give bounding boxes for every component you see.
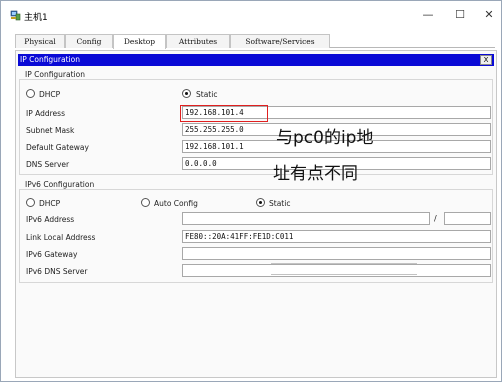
- ipv6-address-label: IPv6 Address: [26, 215, 75, 224]
- ipv4-dhcp-label: DHCP: [39, 90, 61, 99]
- ipv6-dhcp-radio[interactable]: [26, 198, 35, 207]
- ipv6-dns-input[interactable]: [182, 264, 491, 277]
- ipv4-group-title: IP Configuration: [25, 70, 85, 79]
- annotation-line-2: 址有点不同: [273, 164, 358, 184]
- ip-highlight-box: [180, 105, 268, 122]
- ipv6-dhcp-label: DHCP: [39, 199, 61, 208]
- ipv4-dhcp-radio[interactable]: [26, 89, 35, 98]
- ipv6-dns-label: IPv6 DNS Server: [26, 267, 88, 276]
- maximize-button[interactable]: ☐: [450, 7, 470, 23]
- annotation-line-1: 与pc0的ip地: [276, 128, 374, 148]
- ipv6-auto-config-label: Auto Config: [154, 199, 198, 208]
- ipv6-static-radio[interactable]: [256, 198, 265, 207]
- tab-attributes[interactable]: Attributes: [166, 34, 230, 48]
- link-local-label: Link Local Address: [26, 233, 96, 242]
- close-button[interactable]: ✕: [479, 7, 499, 23]
- ipv6-group-title: IPv6 Configuration: [25, 180, 95, 189]
- ip-address-label: IP Address: [26, 109, 65, 118]
- ipv4-static-label: Static: [196, 90, 218, 99]
- prefix-separator: /: [434, 214, 437, 223]
- title-bar: 主机1 — ☐ ✕: [1, 1, 501, 31]
- tab-config[interactable]: Config: [65, 34, 113, 48]
- dns-server-label: DNS Server: [26, 160, 70, 169]
- tab-strip: Physical Config Desktop Attributes Softw…: [15, 34, 495, 49]
- ipv6-prefix-input[interactable]: [444, 212, 491, 225]
- subnet-mask-label: Subnet Mask: [26, 126, 75, 135]
- tab-software-services[interactable]: Software/Services: [230, 34, 330, 48]
- ipv6-gateway-label: IPv6 Gateway: [26, 250, 78, 259]
- link-local-input[interactable]: FE80::20A:41FF:FE1D:C011: [182, 230, 491, 243]
- ipv6-static-label: Static: [269, 199, 291, 208]
- annotation-artifact-line-1: [271, 263, 417, 264]
- host-app-icon: [10, 10, 21, 21]
- ipv6-gateway-input[interactable]: [182, 247, 491, 260]
- tab-physical[interactable]: Physical: [15, 34, 65, 48]
- ipv6-address-input[interactable]: [182, 212, 430, 225]
- ipv4-static-radio[interactable]: [182, 89, 191, 98]
- tab-desktop[interactable]: Desktop: [113, 34, 166, 49]
- window-title: 主机1: [24, 13, 48, 23]
- ipv6-auto-config-radio[interactable]: [141, 198, 150, 207]
- minimize-button[interactable]: —: [418, 7, 438, 23]
- host-window: 主机1 — ☐ ✕ Physical Config Desktop Attrib…: [0, 0, 502, 382]
- ip-config-close-button[interactable]: X: [480, 55, 492, 65]
- annotation-artifact-line-2: [271, 274, 417, 275]
- default-gateway-label: Default Gateway: [26, 143, 89, 152]
- ip-config-header-title: IP Configuration: [20, 55, 80, 64]
- ip-config-header: IP Configuration X: [18, 54, 494, 66]
